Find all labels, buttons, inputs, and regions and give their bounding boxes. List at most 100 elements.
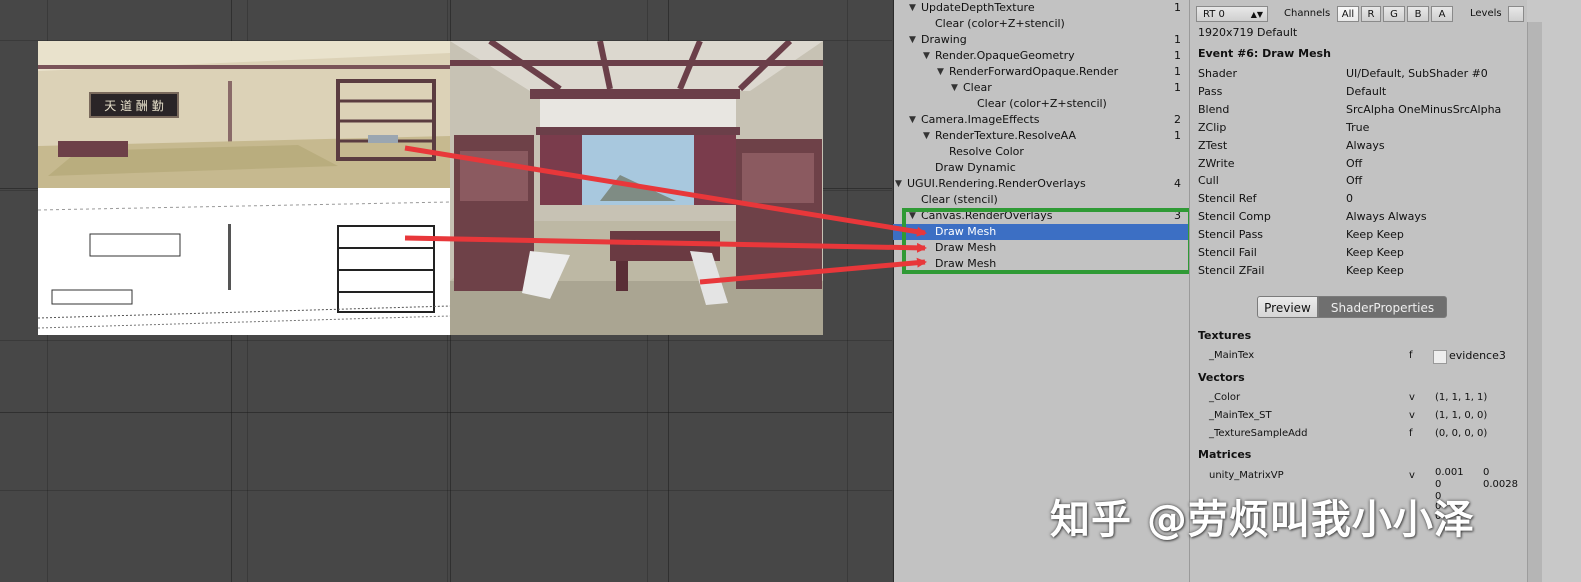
expand-triangle-icon[interactable]: ▼ xyxy=(923,48,930,64)
property-key: Pass xyxy=(1198,84,1223,98)
property-value: Always Always xyxy=(1346,210,1427,224)
property-value: Keep Keep xyxy=(1346,246,1404,259)
tree-row-count: 1 xyxy=(1174,49,1181,62)
property-key: Stencil Pass xyxy=(1198,228,1264,242)
tree-row[interactable]: ▼ Render.OpaqueGeometry 1 xyxy=(893,48,1189,64)
scrollbar-track[interactable] xyxy=(1527,22,1542,582)
inspector-scrollbar[interactable] xyxy=(1527,0,1581,582)
property-key: ZTest xyxy=(1198,138,1228,152)
tree-row-label: Draw Dynamic xyxy=(935,161,1016,174)
texture-name: _MainTex xyxy=(1209,350,1255,361)
tree-row[interactable]: ▼ RenderForwardOpaque.Render 1 xyxy=(893,64,1189,80)
property-key: Stencil Comp xyxy=(1198,210,1271,224)
property-value: UI/Default, SubShader #0 xyxy=(1346,67,1488,80)
expand-triangle-icon[interactable]: ▼ xyxy=(909,0,916,16)
channel-all-button[interactable]: All xyxy=(1337,6,1359,22)
tree-row[interactable]: ▼ RenderTexture.ResolveAA 1 xyxy=(893,128,1189,144)
dropdown-arrow-icon: ▲▼ xyxy=(1250,10,1263,19)
render-target-select[interactable]: RT 0 ▲▼ xyxy=(1196,6,1268,22)
property-value: Off xyxy=(1346,174,1363,188)
tree-row[interactable]: Clear (color+Z+stencil) xyxy=(893,96,1189,112)
property-row: Blend SrcAlpha OneMinusSrcAlpha xyxy=(1198,101,1518,119)
vector-name: _Color xyxy=(1209,392,1241,403)
tree-row[interactable]: Clear (color+Z+stencil) xyxy=(893,16,1189,32)
property-row: Stencil ZFail Keep Keep xyxy=(1198,262,1518,280)
expand-triangle-icon[interactable]: ▼ xyxy=(937,64,944,80)
channel-g-button[interactable]: G xyxy=(1383,6,1405,22)
texture-thumbnail-icon[interactable] xyxy=(1433,350,1447,364)
matrix-cell: 0.0028 xyxy=(1483,479,1518,490)
tree-row-count: 1 xyxy=(1174,33,1181,46)
property-value: SrcAlpha OneMinusSrcAlpha xyxy=(1346,102,1502,116)
tree-row-count: 1 xyxy=(1174,129,1181,142)
main-texture-image: 天 道 酬 勤 xyxy=(38,41,450,188)
vector-name: _TextureSampleAdd xyxy=(1209,428,1308,439)
tree-row-label: UGUI.Rendering.RenderOverlays xyxy=(907,177,1086,190)
tree-row-label: Clear xyxy=(963,81,992,94)
tab-preview[interactable]: Preview xyxy=(1257,296,1318,318)
expand-triangle-icon[interactable]: ▼ xyxy=(895,176,902,192)
vector-value: (1, 1, 0, 0) xyxy=(1435,410,1488,421)
tree-row[interactable]: Resolve Color xyxy=(893,144,1189,160)
tree-row-label: Camera.ImageEffects xyxy=(921,113,1040,126)
channel-r-button[interactable]: R xyxy=(1361,6,1381,22)
vector-type: v xyxy=(1409,410,1415,421)
tree-row[interactable]: Draw Dynamic xyxy=(893,160,1189,176)
tree-row[interactable]: ▼ UGUI.Rendering.RenderOverlays 4 xyxy=(893,176,1189,192)
tree-row-count: 2 xyxy=(1174,113,1181,126)
property-value: Keep Keep xyxy=(1346,263,1404,277)
property-value: 0 xyxy=(1346,192,1353,206)
matrix-cell: 0 xyxy=(1483,467,1490,478)
tree-row[interactable]: ▼ Camera.ImageEffects 2 xyxy=(893,112,1189,128)
room-background-image xyxy=(450,41,823,335)
plaque-text: 天 道 酬 勤 xyxy=(104,99,163,113)
vector-row: _TextureSampleAdd f (0, 0, 0, 0) xyxy=(1209,426,1519,442)
tree-row[interactable]: Clear (stencil) xyxy=(893,192,1189,208)
expand-triangle-icon[interactable]: ▼ xyxy=(951,80,958,96)
tree-row-count: 1 xyxy=(1174,81,1181,94)
matrix-row: unity_MatrixVP v xyxy=(1209,468,1519,484)
tree-row-label: Clear (color+Z+stencil) xyxy=(935,17,1065,30)
expand-triangle-icon[interactable]: ▼ xyxy=(909,32,916,48)
property-row: ZTest Always xyxy=(1198,137,1518,155)
property-row: ZWrite Off xyxy=(1198,155,1518,173)
levels-slider[interactable] xyxy=(1508,6,1524,22)
inspector-tabs: Preview ShaderProperties xyxy=(1257,296,1447,318)
vector-value: (1, 1, 1, 1) xyxy=(1435,392,1488,403)
render-target-value: RT 0 xyxy=(1203,9,1225,20)
tree-row-label: Render.OpaqueGeometry xyxy=(935,49,1075,62)
property-value: Default xyxy=(1346,84,1387,98)
property-value: True xyxy=(1346,120,1370,134)
property-key: ZWrite xyxy=(1198,156,1235,170)
tree-row[interactable]: ▼ UpdateDepthTexture 1 xyxy=(893,0,1189,16)
channel-b-button[interactable]: B xyxy=(1407,6,1429,22)
property-value: Off xyxy=(1346,156,1363,170)
texture-row: _MainTex f evidence3 xyxy=(1209,348,1519,364)
tab-shader-properties[interactable]: ShaderProperties xyxy=(1318,296,1447,318)
expand-triangle-icon[interactable]: ▼ xyxy=(909,112,916,128)
matrix-cell: 0.001 xyxy=(1435,467,1464,478)
matrices-heading: Matrices xyxy=(1198,448,1252,461)
property-row: Stencil Pass Keep Keep xyxy=(1198,226,1518,244)
property-row: Stencil Comp Always Always xyxy=(1198,208,1518,226)
texture-type: f xyxy=(1409,350,1413,361)
tree-row[interactable]: ▼ Drawing 1 xyxy=(893,32,1189,48)
property-key: Blend xyxy=(1198,102,1230,116)
property-key: Stencil Ref xyxy=(1198,192,1257,206)
textures-heading: Textures xyxy=(1198,329,1252,342)
channel-a-button[interactable]: A xyxy=(1431,6,1453,22)
resolution-text: 1920x719 Default xyxy=(1198,26,1298,39)
property-key: ZClip xyxy=(1198,120,1227,134)
tree-row-label: UpdateDepthTexture xyxy=(921,1,1035,14)
tree-row[interactable]: ▼ Clear 1 xyxy=(893,80,1189,96)
vector-type: v xyxy=(1409,392,1415,403)
tree-row-label: RenderTexture.ResolveAA xyxy=(935,129,1076,142)
property-value: Keep Keep xyxy=(1346,228,1404,242)
matrix-type: v xyxy=(1409,470,1415,481)
expand-triangle-icon[interactable]: ▼ xyxy=(923,128,930,144)
tree-row-label: Clear (color+Z+stencil) xyxy=(977,97,1107,110)
property-row: Stencil Fail Keep Keep xyxy=(1198,244,1518,262)
tree-row-label: Clear (stencil) xyxy=(921,193,998,206)
grid-line xyxy=(0,412,892,413)
property-key: Cull xyxy=(1198,174,1219,188)
